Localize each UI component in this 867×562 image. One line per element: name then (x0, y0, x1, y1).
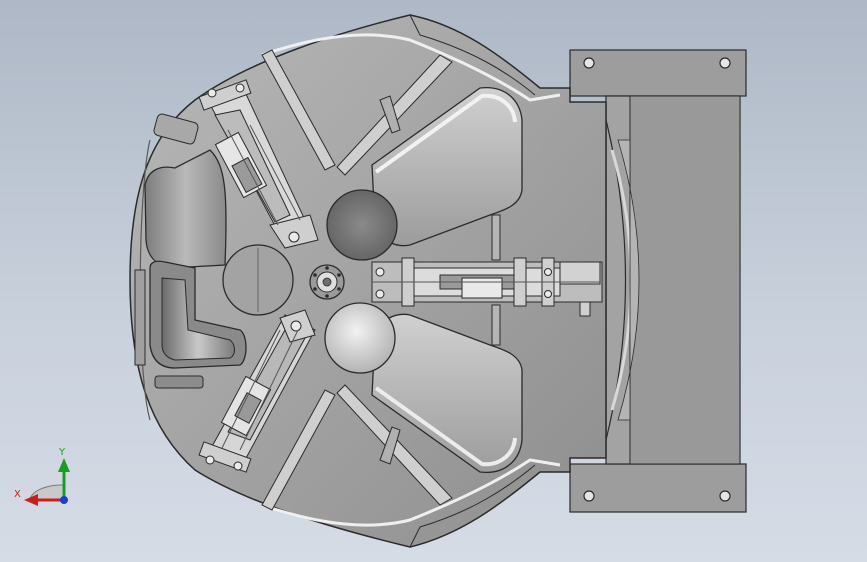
x-axis-label: X (14, 489, 21, 500)
bolt-hole (719, 57, 731, 69)
bore-upper (326, 189, 398, 261)
bolt-hole (719, 490, 731, 502)
cad-model-view: Y X (14, 14, 747, 548)
axis-triad: Y X (14, 447, 70, 506)
bore-lower (324, 302, 396, 374)
bolt-hole (583, 490, 595, 502)
cad-viewport[interactable]: Y X (0, 0, 867, 562)
z-axis-dot (60, 496, 68, 504)
bolt-hole (583, 57, 595, 69)
y-axis-arrowhead (58, 458, 70, 472)
y-axis-label: Y (58, 447, 66, 458)
